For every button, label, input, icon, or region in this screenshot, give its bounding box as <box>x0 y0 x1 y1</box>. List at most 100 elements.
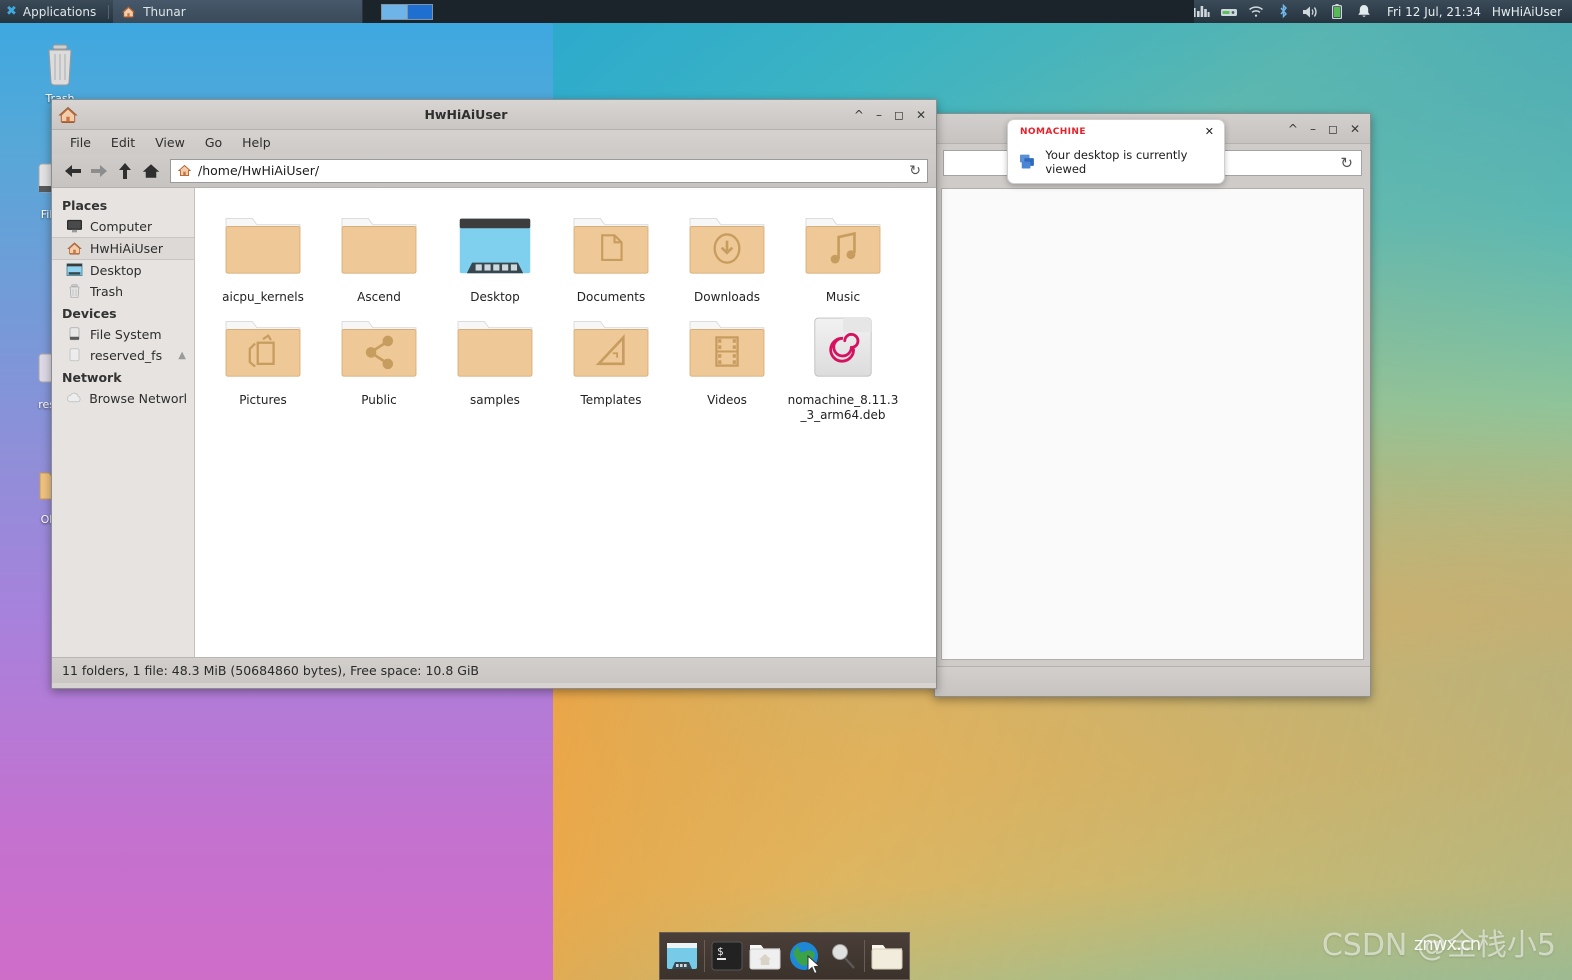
reload-icon[interactable]: ↻ <box>909 163 921 179</box>
shade-icon[interactable]: ^ <box>854 109 864 121</box>
taskbar-item-label: Thunar <box>143 4 186 19</box>
system-tray[interactable]: Fri 12 Jul, 21:34 HwHiAiUser <box>1194 0 1572 23</box>
network-icon[interactable] <box>1221 4 1238 20</box>
file-item-templates[interactable]: Templates <box>553 305 669 423</box>
workspace-2[interactable] <box>406 4 433 19</box>
sidebar-item-browse-network[interactable]: Browse Network <box>52 388 194 409</box>
sidebar-item-desktop[interactable]: Desktop <box>52 260 194 281</box>
sidebar-item-trash[interactable]: Trash <box>52 281 194 302</box>
forward-button[interactable] <box>86 158 112 184</box>
menu-view[interactable]: View <box>145 133 195 152</box>
sidebar-item-file-system[interactable]: File System <box>52 324 194 345</box>
back-button[interactable] <box>60 158 86 184</box>
file-item-ascend[interactable]: Ascend <box>321 202 437 305</box>
menu-edit[interactable]: Edit <box>101 133 145 152</box>
maximize-icon[interactable]: ◻ <box>1328 123 1338 135</box>
sidebar-item-label: Browse Network <box>89 391 186 406</box>
thunar-file-view[interactable]: aicpu_kernels Ascend Desktop Documents D… <box>195 188 936 657</box>
folder-icon <box>341 218 417 274</box>
dock-item-files[interactable] <box>869 936 905 976</box>
maximize-icon[interactable]: ◻ <box>894 109 904 121</box>
drive-icon <box>69 327 80 341</box>
clock[interactable]: Fri 12 Jul, 21:34 <box>1383 5 1481 19</box>
menu-file[interactable]: File <box>60 133 101 152</box>
notification-bell-icon[interactable] <box>1356 4 1372 20</box>
close-icon[interactable]: ✕ <box>1350 123 1360 135</box>
taskbar-empty-area <box>363 0 1195 23</box>
volume-icon[interactable] <box>1302 4 1318 20</box>
taskbar-item-thunar[interactable]: Thunar <box>113 0 364 23</box>
background-window-buttons[interactable]: ^ – ◻ ✕ <box>1288 123 1364 135</box>
file-item-desktop[interactable]: Desktop <box>437 202 553 305</box>
thunar-window-buttons[interactable]: ^ – ◻ ✕ <box>854 109 930 121</box>
desktop-folder-icon <box>459 218 531 274</box>
thunar-titlebar[interactable]: HwHiAiUser ^ – ◻ ✕ <box>52 100 936 130</box>
bluetooth-icon[interactable] <box>1275 4 1291 20</box>
sidebar-item-hwhiaiuser[interactable]: HwHiAiUser <box>52 237 194 260</box>
shade-icon[interactable]: ^ <box>1288 123 1298 135</box>
wifi-icon[interactable] <box>1248 4 1264 20</box>
trash-icon <box>69 284 80 298</box>
public-folder-icon <box>341 321 417 377</box>
mouse-cursor <box>807 955 821 975</box>
magnifier-icon <box>831 944 855 969</box>
file-name: Templates <box>580 393 642 407</box>
dock-item-terminal[interactable]: $ <box>709 936 745 976</box>
desktop-icon <box>66 263 83 276</box>
user-menu[interactable]: HwHiAiUser <box>1492 5 1562 19</box>
sidebar-item-computer[interactable]: Computer <box>52 216 194 237</box>
path-entry[interactable]: /home/HwHiAiUser/ ↻ <box>170 158 928 183</box>
dock-panel[interactable]: $ <box>659 932 910 980</box>
file-name: Documents <box>576 290 646 304</box>
debian-package-icon <box>814 317 872 377</box>
file-item-documents[interactable]: Documents <box>553 202 669 305</box>
thunar-body: Places Computer HwHiAiUser Desktop Trash… <box>52 187 936 657</box>
minimize-icon[interactable]: – <box>1310 123 1316 135</box>
home-button[interactable] <box>138 158 164 184</box>
background-window[interactable]: ^ – ◻ ✕ ↻ <box>934 113 1371 697</box>
dock-item-search[interactable] <box>824 936 860 976</box>
file-item-pictures[interactable]: Pictures <box>205 305 321 423</box>
home-folder-icon <box>749 945 781 970</box>
file-item-public[interactable]: Public <box>321 305 437 423</box>
close-icon[interactable]: ✕ <box>916 109 926 121</box>
file-grid: aicpu_kernels Ascend Desktop Documents D… <box>205 202 926 423</box>
file-name: nomachine_8.11.3_3_arm64.deb <box>787 393 899 422</box>
file-item-nomachine-deb[interactable]: nomachine_8.11.3_3_arm64.deb <box>785 305 901 423</box>
thunar-sidebar[interactable]: Places Computer HwHiAiUser Desktop Trash… <box>52 188 195 657</box>
menu-go[interactable]: Go <box>195 133 232 152</box>
minimize-icon[interactable]: – <box>876 109 882 121</box>
file-item-samples[interactable]: samples <box>437 305 553 423</box>
up-button[interactable] <box>112 158 138 184</box>
folder-icon <box>225 218 301 274</box>
dock-item-show-desktop[interactable] <box>664 936 700 976</box>
folder-icon <box>871 945 903 970</box>
nomachine-notification[interactable]: NOMACHINE ✕ Your desktop is currently vi… <box>1007 119 1225 184</box>
thunar-file-manager-window[interactable]: HwHiAiUser ^ – ◻ ✕ File Edit View Go Hel… <box>51 99 937 689</box>
workspace-switcher[interactable] <box>381 3 434 20</box>
reload-icon[interactable]: ↻ <box>1340 154 1353 172</box>
home-icon <box>177 164 192 176</box>
file-item-aicpu-kernels[interactable]: aicpu_kernels <box>205 202 321 305</box>
home-icon <box>142 163 160 178</box>
videos-folder-icon <box>689 321 765 377</box>
dock-item-file-manager[interactable] <box>747 936 783 976</box>
workspace-1[interactable] <box>382 4 407 19</box>
xfce-top-panel[interactable]: ✖ Applications Thunar Fri 12 Jul, 21:34 … <box>0 0 1572 23</box>
file-item-music[interactable]: Music <box>785 202 901 305</box>
music-folder-icon <box>805 218 881 274</box>
battery-icon[interactable] <box>1329 4 1345 20</box>
eject-icon[interactable]: ▲ <box>178 350 186 361</box>
desktop-icon-trash[interactable]: Trash <box>22 40 98 105</box>
close-icon[interactable]: ✕ <box>1205 125 1214 138</box>
thunar-toolbar[interactable]: /home/HwHiAiUser/ ↻ <box>52 154 936 187</box>
file-item-videos[interactable]: Videos <box>669 305 785 423</box>
equalizer-icon[interactable] <box>1194 4 1210 20</box>
applications-menu-button[interactable]: ✖ Applications <box>0 0 104 23</box>
thunar-menubar[interactable]: File Edit View Go Help <box>52 130 936 154</box>
menu-help[interactable]: Help <box>232 133 281 152</box>
arrow-up-icon <box>119 162 131 179</box>
sidebar-item-reserved-fs[interactable]: reserved_fs ▲ <box>52 345 194 366</box>
screen: Trash File rese Old ^ – ◻ ✕ <box>0 0 1572 980</box>
file-item-downloads[interactable]: Downloads <box>669 202 785 305</box>
